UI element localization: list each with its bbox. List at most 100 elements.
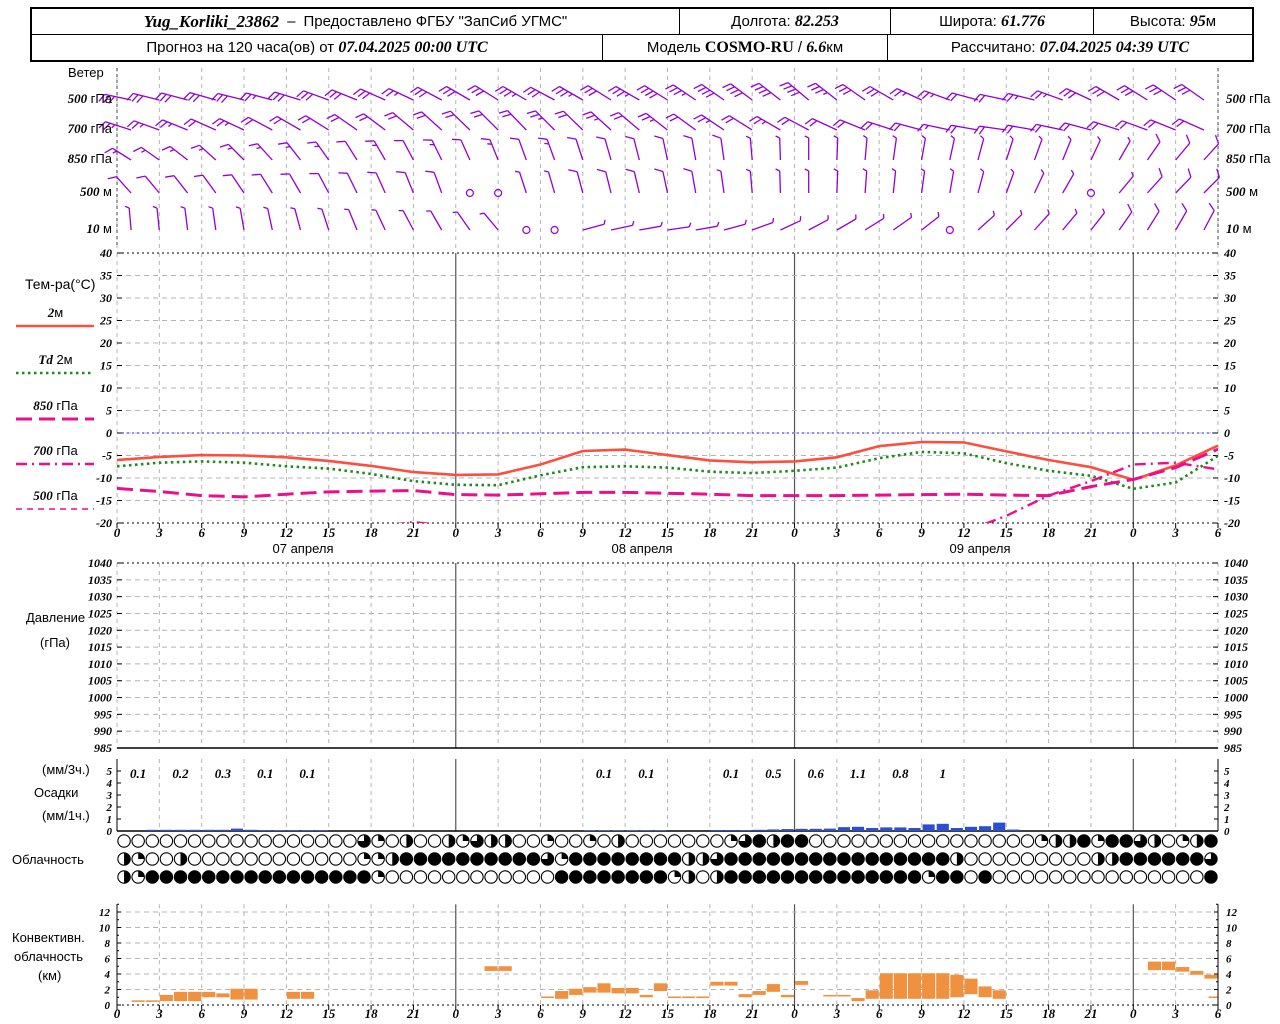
wind-barb-icon xyxy=(267,91,301,102)
cloud-circle xyxy=(286,834,301,848)
cloud-circle xyxy=(470,870,484,884)
cloud-circle xyxy=(1190,852,1204,866)
wind-barb-icon xyxy=(522,86,555,101)
header-row-model: Прогноз на 120 часа(ов) от 07.04.2025 00… xyxy=(32,35,1252,60)
bottom-hour-label: 3 xyxy=(155,1006,163,1021)
precip-tick-right: 1 xyxy=(1224,814,1230,826)
cloud-fraction-wedge xyxy=(448,834,455,848)
wind-barb-icon xyxy=(836,214,857,231)
temp-tick-left: 20 xyxy=(99,336,112,350)
wind-barb-icon xyxy=(1005,135,1014,161)
cloud-circle xyxy=(879,852,894,866)
precip-bar xyxy=(979,826,992,831)
cloud-circle xyxy=(357,870,371,884)
wind-barb-icon xyxy=(693,114,725,131)
precip-bar xyxy=(245,829,258,831)
conv-cloud-bar xyxy=(583,987,597,993)
cloud-circle xyxy=(780,852,795,866)
wind-barb-icon xyxy=(1001,92,1035,102)
temp-hour-label: 0 xyxy=(453,525,460,540)
pressure-tick-left: 1010 xyxy=(88,657,112,671)
cloud-circle xyxy=(1119,870,1134,884)
wind-barb-icon xyxy=(422,139,443,161)
cloud-circle xyxy=(893,852,908,866)
cloud-circle xyxy=(258,870,272,884)
temp-tick-left: 5 xyxy=(106,404,112,418)
cloud-circle xyxy=(823,834,837,848)
wind-barb-icon xyxy=(1114,120,1148,131)
cloud-circle xyxy=(526,834,541,848)
temp-legend-line-2 xyxy=(16,417,94,421)
cloud-circle xyxy=(145,870,160,884)
wind-barb-icon xyxy=(269,115,301,131)
cloud-circle xyxy=(1175,852,1190,866)
bottom-hour-label: 0 xyxy=(791,1006,798,1021)
wind-barb-icon xyxy=(639,221,663,231)
calm-wind-icon xyxy=(465,188,474,198)
precip-3h-label: 0.2 xyxy=(172,766,189,781)
cloud-circle xyxy=(540,870,555,884)
cloud-fraction-wedge xyxy=(1055,834,1062,848)
temp-tick-right: -10 xyxy=(1224,471,1240,485)
precip-tick-left: 4 xyxy=(106,778,113,790)
precip-bar xyxy=(301,830,314,831)
bottom-hour-label: 12 xyxy=(280,1006,294,1021)
cloud-circle xyxy=(159,834,174,848)
wind-barb-icon xyxy=(438,85,471,101)
date-label-day2: 08 апреля xyxy=(611,541,673,556)
cloud-circle xyxy=(696,834,710,848)
conv-cloud-bar xyxy=(597,983,611,993)
conv-tick-left: 8 xyxy=(105,938,111,950)
pressure-tick-left: 985 xyxy=(94,741,112,755)
temp-tick-right: 15 xyxy=(1224,359,1236,373)
conv-tick-left: 2 xyxy=(104,985,111,997)
wind-barb-icon xyxy=(889,88,922,101)
bottom-hour-label: 15 xyxy=(1000,1006,1014,1021)
precip-bar xyxy=(315,830,328,831)
wind-barb-icon xyxy=(695,221,720,231)
pressure-tick-left: 1030 xyxy=(88,590,112,604)
wind-barb-icon xyxy=(290,207,302,231)
pressure-tick-right: 1035 xyxy=(1224,573,1248,587)
temp-panel-title: Тем-ра(°C) xyxy=(25,276,96,292)
wind-barb-icon xyxy=(625,168,640,194)
forecast-prefix: Прогноз на xyxy=(146,39,224,56)
conv-tick-left: 6 xyxy=(105,954,111,966)
precip-bar xyxy=(146,829,159,831)
cloud-circle xyxy=(823,870,837,884)
cloud-circle xyxy=(145,852,160,866)
precip-tick-right: 0 xyxy=(1224,826,1230,838)
cloud-circle xyxy=(329,870,343,884)
cloud-circle xyxy=(992,852,1006,866)
precip-tick-right: 2 xyxy=(1223,802,1230,814)
conv-tick-left: 0 xyxy=(105,1000,111,1012)
cloud-circle xyxy=(272,870,287,884)
cloud-circle xyxy=(851,870,865,884)
bottom-hour-label: 6 xyxy=(1215,1006,1222,1021)
conv-cloud-bar xyxy=(216,993,230,998)
cloud-circle xyxy=(1175,870,1190,884)
cloud-fraction-wedge xyxy=(1196,834,1204,848)
wind-barb-icon xyxy=(412,111,443,131)
wind-barb-icon xyxy=(945,124,979,134)
altitude-value: 95 xyxy=(1189,12,1206,30)
conv-tick-left: 12 xyxy=(99,907,111,919)
pressure-tick-right: 1030 xyxy=(1224,590,1248,604)
cloud-fraction-wedge xyxy=(1098,834,1105,841)
wind-barb-icon xyxy=(371,209,386,231)
temp-legend-line-3 xyxy=(16,462,94,466)
wind-barb-icon xyxy=(165,175,189,194)
wind-barb-icon xyxy=(582,111,612,131)
cloud-circle xyxy=(653,870,668,884)
wind-barb-icon xyxy=(1171,118,1205,131)
precip-tick-left: 0 xyxy=(107,826,113,838)
conv-cloud-bar xyxy=(301,991,315,999)
wind-barb-icon xyxy=(1087,85,1120,101)
pressure-tick-right: 990 xyxy=(1224,724,1242,738)
wind-barb-icon xyxy=(425,170,443,194)
wind-barb-icon xyxy=(832,119,866,131)
wind-barb-icon xyxy=(1143,119,1176,131)
wind-barb-icon xyxy=(136,175,160,194)
wind-barb-icon xyxy=(1086,121,1120,131)
cloud-circle xyxy=(794,834,809,848)
